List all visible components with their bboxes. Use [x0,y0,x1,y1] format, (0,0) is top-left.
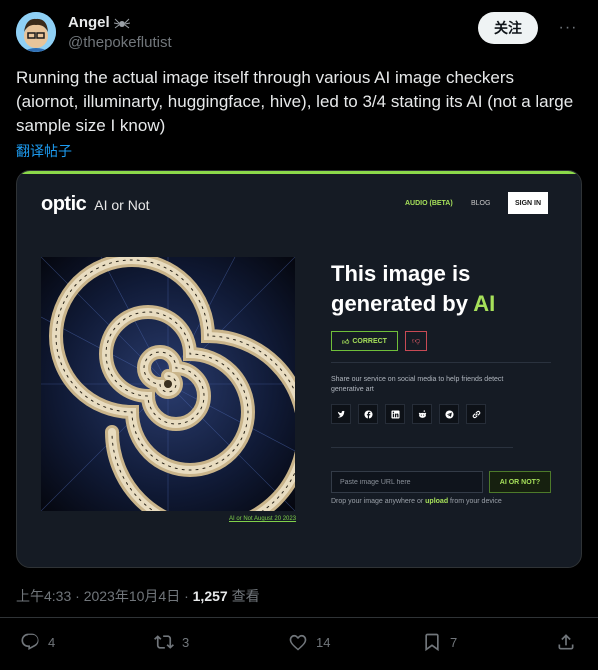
bookmark-count: 7 [450,634,458,650]
action-bar: 4 3 14 7 [16,632,582,660]
nav-blog: BLOG [471,200,491,207]
tweet-media[interactable]: optic AI or Not AUDIO (BETA) BLOG SIGN I… [16,170,582,568]
reply-count: 4 [48,634,56,650]
ai-or-not-button: AI OR NOT? [489,471,551,493]
view-count: 1,257 [192,588,228,604]
site-logo: optic AI or Not [41,193,150,216]
logo-subtitle: AI or Not [94,197,150,213]
correct-button: 👍︎ CORRECT [331,331,398,351]
result-line2: generated by AI [331,289,571,319]
tweet-header: Angel @thepokeflutist 关注 ··· [16,12,582,56]
drop-text: Drop your image anywhere or upload from … [331,498,502,505]
divider [331,447,513,448]
result-ai: AI [473,291,496,316]
drop-suffix: from your device [448,498,502,505]
nav-signin: SIGN IN [508,192,548,214]
linkedin-icon [385,404,405,424]
facebook-icon [358,404,378,424]
heart-icon [289,634,307,651]
reply-icon [21,633,39,651]
twitter-icon [331,404,351,424]
share-row [331,404,486,424]
divider [0,617,598,618]
thumbs-down-icon: 👎︎ [405,331,427,351]
share-button[interactable] [556,632,576,652]
upload-link: upload [425,498,449,505]
follow-button[interactable]: 关注 [478,12,538,44]
artwork-caption: AI or Not August 20 2023 [229,516,297,522]
url-input [331,471,483,493]
reddit-icon [412,404,432,424]
logo-word: optic [41,193,87,215]
telegram-icon [439,404,459,424]
reply-button[interactable]: 4 [20,632,55,652]
divider [331,362,551,363]
link-icon [466,404,486,424]
result-line1: This image is [331,261,471,286]
result-line2-text: generated by [331,291,474,316]
result-title: This image is generated by AI [331,259,571,319]
spiral-clock-artwork [41,257,295,511]
tweet-text: Running the actual image itself through … [16,68,574,135]
more-icon[interactable]: ··· [558,18,578,38]
correct-label: CORRECT [352,337,387,345]
nav-audio: AUDIO (BETA) [405,200,453,207]
translate-link[interactable]: 翻译帖子 [16,141,72,161]
retweet-count: 3 [182,634,190,650]
views-label: 查看 [227,588,260,604]
retweet-icon [154,635,174,649]
drop-prefix: Drop your image anywhere or [331,498,426,505]
like-count: 14 [316,634,331,650]
like-button[interactable]: 14 [288,632,330,652]
display-name[interactable]: Angel [68,14,110,31]
retweet-button[interactable]: 3 [154,632,189,652]
accent-bar [17,171,581,174]
bookmark-icon [425,633,439,652]
share-icon [558,634,574,650]
timestamp[interactable]: 上午4:33 · 2023年10月4日 · [16,588,193,604]
avatar[interactable] [16,12,56,52]
bookmark-button[interactable]: 7 [422,632,457,652]
thumbs-up-icon: 👍︎ [342,338,350,346]
tweet-meta: 上午4:33 · 2023年10月4日 · 1,257 查看 [16,586,260,606]
handle[interactable]: @thepokeflutist [68,34,172,51]
spider-icon [113,15,130,31]
name-row: Angel [68,14,130,31]
share-text: Share our service on social media to hel… [331,376,504,393]
